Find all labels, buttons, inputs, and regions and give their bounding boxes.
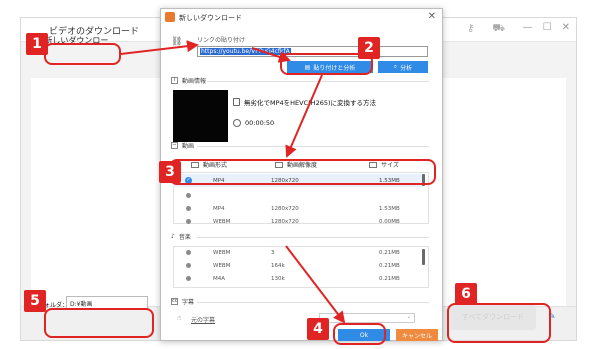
cell-format: WEBM [213,219,231,225]
video-title-row: 無劣化でMP4をHEVC(H265)に変換する方法 [233,97,376,107]
analyze-button[interactable]: ⌕ 分析 [378,61,428,73]
radio-icon [186,276,191,281]
dialog-close-icon[interactable]: ✕ [428,11,436,22]
subtitle-section-heading: cc 字幕 [171,297,194,306]
analyze-label: 分析 [400,64,413,72]
step-marker-6: 6 [455,283,477,305]
highlight-selected-format [169,159,436,185]
cell-resolution: 1280x720 [271,206,299,212]
radio-icon [186,263,191,268]
video-row[interactable]: WEBM 1280x720 0.00MB [173,215,423,228]
minimize-icon[interactable]: — [523,22,533,33]
radio-icon [186,193,191,198]
subtitle-dropdown[interactable]: ⌄ [319,313,415,323]
step-marker-3: 3 [159,161,181,183]
search-icon: ⌕ [393,63,398,70]
screenshot-stage: ビデオのダウンロード ⚷ ⛟ — ☐ ✕ + 新しいダウンロー 出力フォルダ： … [0,0,600,349]
link-label: リンクの貼り付け [197,37,246,44]
highlight-output-folder [44,308,154,338]
cell-format: WEBM [213,250,231,256]
cell-bitrate: 164k [271,263,285,269]
cell-size: 1.53MB [379,206,400,212]
step-marker-1: 1 [26,33,48,55]
radio-icon [186,219,191,224]
cell-format: MP4 [213,206,225,212]
highlight-download-all [447,303,551,343]
cell-format: M4A [213,276,226,282]
step-marker-5: 5 [24,290,46,312]
close-icon[interactable]: ✕ [562,22,570,33]
video-info-heading: i 動画情報 [171,76,206,85]
video-duration: 00:00:50 [245,119,275,127]
highlight-new-download [44,43,121,65]
url-text: https://youtu.be/VPPuG4cfkfA [200,48,291,55]
link-icon: ⛓ [171,37,183,47]
collapse-icon[interactable]: − [171,142,178,149]
cell-size: 0.21MB [379,263,400,269]
key-icon[interactable]: ⚷ [467,23,474,36]
audio-table-scrollbar[interactable] [422,249,425,265]
subtitle-value[interactable]: 元の字幕 [191,315,215,324]
audio-section-heading: ♪ 音楽 [171,232,191,241]
cell-size: 0.00MB [379,219,400,225]
radio-icon [186,250,191,255]
window-controls: — ☐ ✕ [523,22,570,33]
maximize-icon[interactable]: ☐ [543,22,552,33]
cell-bitrate: 3 [271,250,275,256]
video-section-heading: − 動画 [171,141,194,150]
divider [197,302,429,303]
cell-bitrate: 130k [271,276,285,282]
video-info-label: 動画情報 [182,78,207,85]
toolbar-icons: ⚷ ⛟ [467,23,505,36]
app-logo-icon [165,12,175,22]
info-icon: i [171,77,178,84]
cell-format: WEBM [213,263,231,269]
cell-size: 0.21MB [379,276,400,282]
step-marker-4: 4 [307,318,329,340]
step-marker-2: 2 [358,37,380,59]
cell-size: 0.21MB [379,250,400,256]
audio-row[interactable]: WEBM 3 0.21MB [173,246,423,259]
radio-icon [186,206,191,211]
highlight-ok [333,323,386,345]
audio-row[interactable]: WEBM 164k 0.21MB [173,259,423,272]
cancel-button[interactable]: キャンセル [396,329,438,341]
dialog-title: 新しいダウンロード [179,14,242,22]
subtitle-section-label: 字幕 [182,299,195,306]
video-row[interactable]: MP4 1280x720 1.53MB [173,202,423,215]
audio-row[interactable]: M4A 130k 0.21MB [173,272,423,285]
video-thumbnail [173,90,228,142]
pointer-icon: ☝ [177,314,182,322]
video-section-label: 動画 [182,143,195,150]
cc-icon: cc [171,298,178,305]
divider [197,146,429,147]
clock-icon [233,119,241,127]
video-duration-row: 00:00:50 [233,119,274,127]
video-title: 無劣化でMP4をHEVC(H265)に変換する方法 [244,99,377,107]
cart-icon[interactable]: ⛟ [492,23,505,36]
chevron-down-icon: ⌄ [406,314,411,320]
audio-section-label: 音楽 [178,234,191,241]
cell-resolution: 1280x720 [271,219,299,225]
divider [207,81,429,82]
music-icon: ♪ [171,233,175,240]
dialog-titlebar: 新しいダウンロード ✕ [161,9,442,27]
file-icon [233,98,240,106]
divider [197,237,429,238]
video-row[interactable] [173,189,423,202]
